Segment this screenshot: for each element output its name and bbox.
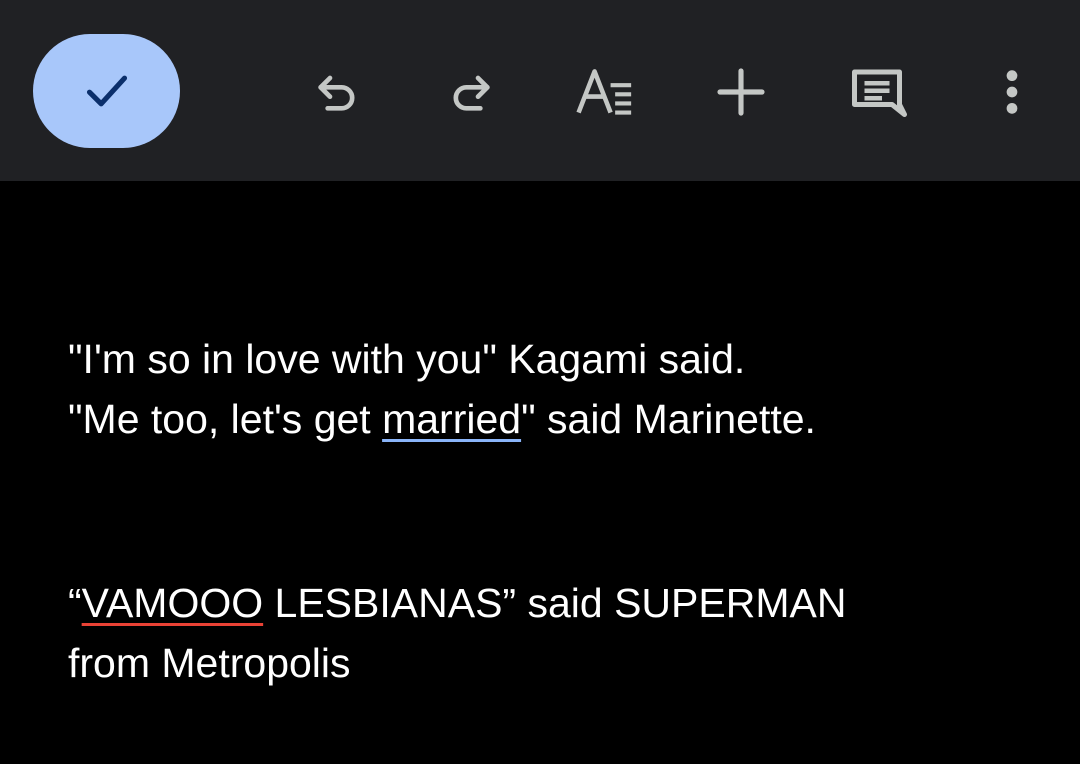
insert-plus-icon xyxy=(717,68,765,116)
insert-button[interactable] xyxy=(709,60,773,124)
redo-button[interactable] xyxy=(439,60,503,124)
undo-icon xyxy=(318,75,355,111)
dialogue-line-4: from Metropolis xyxy=(68,640,351,686)
dialogue-line-3-end: LESBIANAS” said SUPERMAN xyxy=(263,580,847,626)
paragraph-2[interactable]: “VAMOOO LESBIANAS” said SUPERMAN from Me… xyxy=(68,573,846,693)
editor-toolbar xyxy=(0,0,1080,181)
dialogue-line-2-start: "Me too, let's get xyxy=(68,396,383,442)
document-body[interactable]: "I'm so in love with you" Kagami said. "… xyxy=(0,181,1080,764)
done-button[interactable] xyxy=(33,34,180,148)
comment-icon xyxy=(852,69,907,117)
text-format-button[interactable] xyxy=(574,60,638,124)
dialogue-line-1: "I'm so in love with you" Kagami said. xyxy=(68,336,746,382)
open-quote: “ xyxy=(68,580,82,626)
redo-icon xyxy=(453,75,490,111)
undo-button[interactable] xyxy=(305,60,369,124)
spelling-error-word[interactable]: VAMOOO xyxy=(82,580,263,626)
text-format-icon xyxy=(576,69,632,115)
paragraph-1[interactable]: "I'm so in love with you" Kagami said. "… xyxy=(68,329,816,449)
grammar-suggestion-word[interactable]: married xyxy=(382,396,521,442)
more-options-button[interactable] xyxy=(980,60,1044,124)
comment-button[interactable] xyxy=(845,60,909,124)
more-vert-icon xyxy=(1006,70,1018,114)
dialogue-line-2-end: " said Marinette. xyxy=(521,396,816,442)
check-icon xyxy=(86,75,127,107)
